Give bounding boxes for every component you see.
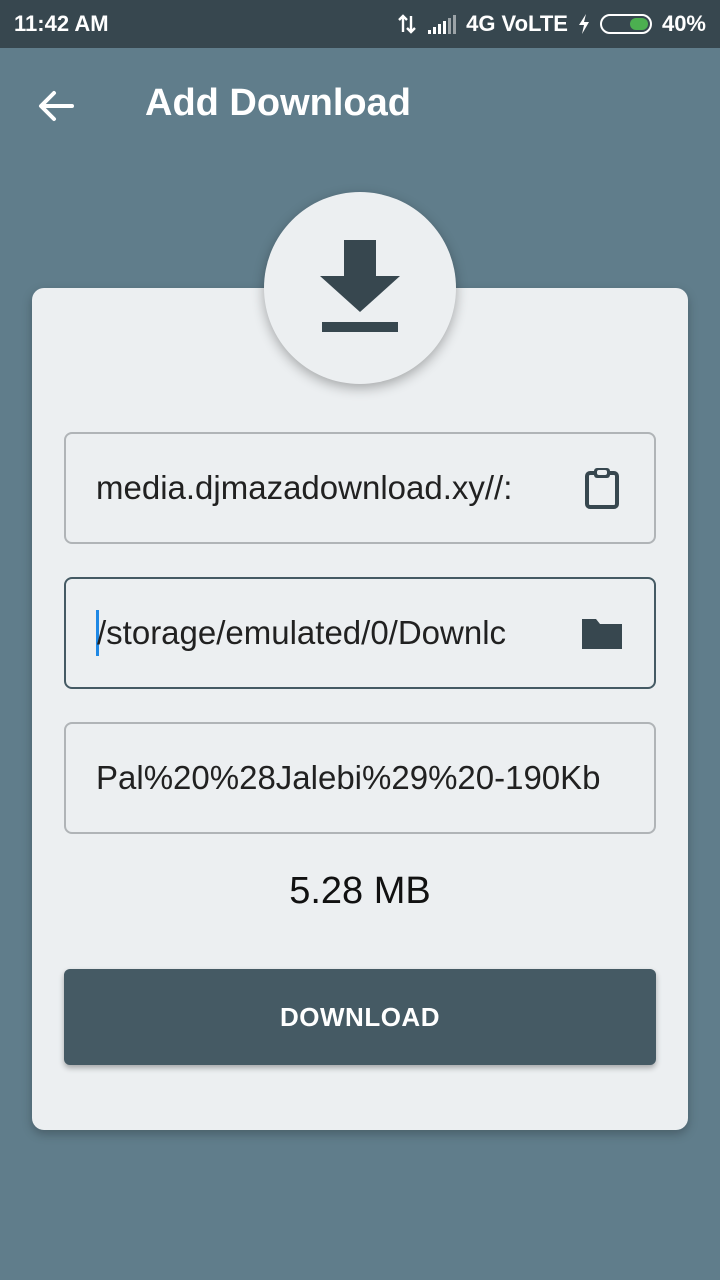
- network-type: 4G VoLTE: [466, 11, 568, 36]
- download-header-badge: [264, 192, 456, 384]
- filename-field[interactable]: Pal%20%28Jalebi%29%20-190Kb: [64, 722, 656, 834]
- battery-icon: [599, 14, 652, 34]
- download-icon: [320, 240, 400, 332]
- folder-icon[interactable]: [580, 611, 624, 655]
- arrow-back-icon[interactable]: [36, 86, 76, 126]
- url-field[interactable]: ://media.djmazadownload.xy: [64, 432, 656, 544]
- status-icons: 4G VoLTE 40%: [396, 11, 706, 37]
- battery-level: [630, 18, 648, 30]
- signal-icon: [428, 14, 457, 34]
- status-time: 11:42 AM: [14, 11, 109, 36]
- path-input[interactable]: /storage/emulated/0/Downlc: [97, 614, 562, 652]
- download-button[interactable]: DOWNLOAD: [64, 969, 656, 1065]
- clipboard-icon[interactable]: [580, 466, 624, 510]
- page-title: Add Download: [145, 82, 411, 124]
- status-bar: 11:42 AM 4G VoLTE 40%: [0, 0, 720, 48]
- path-field[interactable]: /storage/emulated/0/Downlc: [64, 577, 656, 689]
- charging-icon: [578, 14, 589, 34]
- app-bar: Add Download: [0, 48, 720, 164]
- filename-input[interactable]: Pal%20%28Jalebi%29%20-190Kb: [96, 759, 624, 797]
- battery-percent: 40%: [661, 11, 706, 36]
- file-size: 5.28 MB: [289, 870, 431, 912]
- data-transfer-icon: [398, 14, 416, 34]
- url-input[interactable]: ://media.djmazadownload.xy: [96, 469, 562, 507]
